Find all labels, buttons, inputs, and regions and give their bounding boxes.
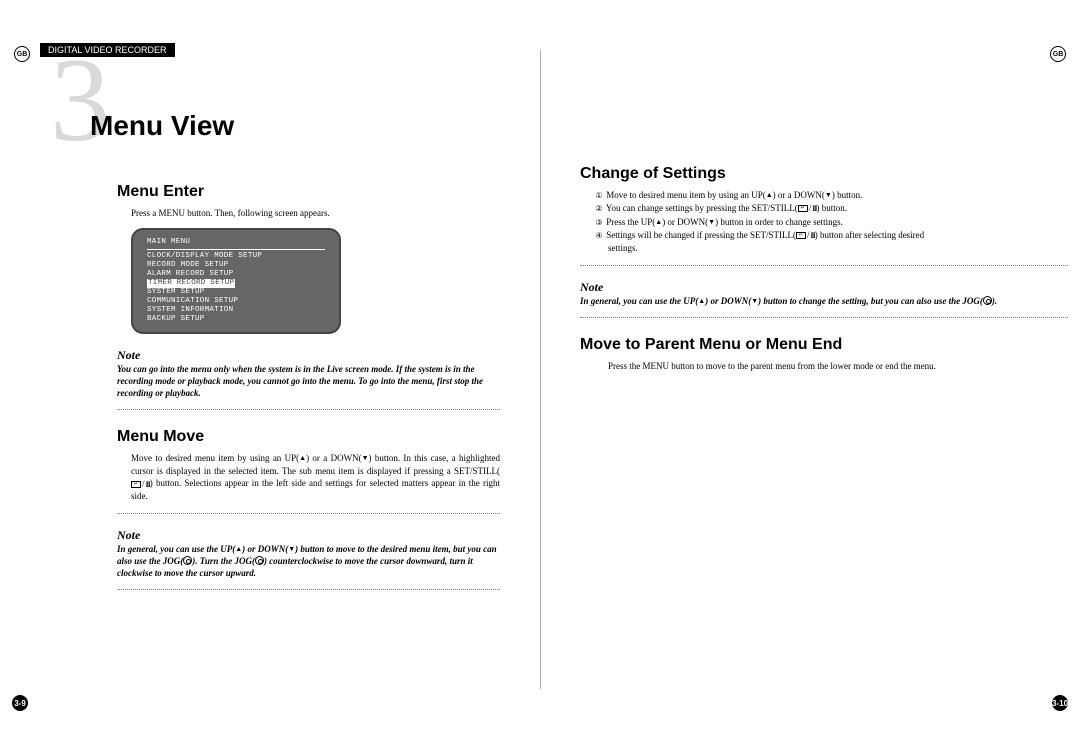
note-label: Note xyxy=(580,280,1068,295)
section-title: Menu Enter xyxy=(117,183,500,201)
text-fragment: Move to desired menu item by using an UP… xyxy=(606,190,765,200)
text-fragment: ). xyxy=(992,296,997,306)
enter-icon: ↵ xyxy=(796,232,806,239)
text-fragment: ) or DOWN( xyxy=(242,544,288,554)
text-fragment: In general, you can use the UP( xyxy=(117,544,235,554)
text-fragment: ) button to change the setting, but you … xyxy=(758,296,983,306)
note-text: You can go into the menu only when the s… xyxy=(117,363,500,399)
section-body: Press a MENU button. Then, following scr… xyxy=(131,207,500,220)
section-title: Move to Parent Menu or Menu End xyxy=(580,336,1068,354)
monitor-line: RECORD MODE SETUP xyxy=(147,261,325,270)
manual-spread: GB DIGITAL VIDEO RECORDER 3 Menu View Me… xyxy=(0,0,1080,739)
circled-number-icon: ② xyxy=(594,203,604,213)
text-fragment: You can change settings by pressing the … xyxy=(606,203,798,213)
list-item: ④ Settings will be changed if pressing t… xyxy=(594,229,1068,242)
chapter-title: Menu View xyxy=(90,110,234,142)
note-label: Note xyxy=(117,348,500,363)
monitor-line-highlighted: TIMER RECORD SETUP xyxy=(147,279,235,288)
left-content: Menu Enter Press a MENU button. Then, fo… xyxy=(117,183,500,590)
text-fragment: ) button. Selections appear in the left … xyxy=(131,478,500,501)
section-body: ① Move to desired menu item by using an … xyxy=(594,189,1068,255)
circled-number-icon: ④ xyxy=(594,230,604,240)
section-title: Menu Move xyxy=(117,428,500,446)
list-item: ③ Press the UP(▲) or DOWN(▼) button in o… xyxy=(594,216,1068,229)
text-fragment: ) button in order to change settings. xyxy=(715,217,843,227)
section-menu-enter: Menu Enter Press a MENU button. Then, fo… xyxy=(117,183,500,410)
dotted-separator xyxy=(117,513,500,514)
dotted-separator xyxy=(117,589,500,590)
list-item: ① Move to desired menu item by using an … xyxy=(594,189,1068,202)
monitor-line: SYSTEM SETUP xyxy=(147,288,325,297)
set-still-icon: ↵/II xyxy=(131,478,150,491)
monitor-line: ALARM RECORD SETUP xyxy=(147,270,325,279)
dotted-separator xyxy=(117,409,500,410)
note-label: Note xyxy=(117,528,500,543)
text-fragment: ) or a DOWN( xyxy=(306,453,361,463)
text-fragment: Move to desired menu item by using an UP… xyxy=(131,453,299,463)
jog-icon xyxy=(983,296,992,305)
list-item-tail: settings. xyxy=(608,242,1068,255)
list-item: ② You can change settings by pressing th… xyxy=(594,202,1068,215)
dotted-separator xyxy=(580,317,1068,318)
text-fragment: ) or DOWN( xyxy=(662,217,708,227)
text-fragment: ) or DOWN( xyxy=(705,296,751,306)
text-fragment: Settings will be changed if pressing the… xyxy=(606,230,796,240)
right-page: GB Change of Settings ① Move to desired … xyxy=(540,0,1080,739)
text-fragment: ) or a DOWN( xyxy=(773,190,825,200)
note-text: In general, you can use the UP(▲) or DOW… xyxy=(580,295,1068,307)
text-fragment: In general, you can use the UP( xyxy=(580,296,698,306)
section-move-parent: Move to Parent Menu or Menu End Press th… xyxy=(580,336,1068,373)
monitor-illustration: MAIN MENU CLOCK/DISPLAY MODE SETUP RECOR… xyxy=(131,228,341,334)
monitor-screen: MAIN MENU CLOCK/DISPLAY MODE SETUP RECOR… xyxy=(147,238,325,324)
down-arrow-icon: ▼ xyxy=(825,190,832,200)
set-still-icon: ↵/II xyxy=(796,229,815,242)
section-change-settings: Change of Settings ① Move to desired men… xyxy=(580,165,1068,318)
monitor-title: MAIN MENU xyxy=(147,238,325,250)
left-page: GB DIGITAL VIDEO RECORDER 3 Menu View Me… xyxy=(0,0,540,739)
set-still-icon: ↵/II xyxy=(798,202,817,215)
enter-icon: ↵ xyxy=(131,481,141,488)
chapter-number: 3 xyxy=(50,40,110,160)
text-fragment: ). Turn the JOG( xyxy=(192,556,255,566)
enter-icon: ↵ xyxy=(798,205,808,212)
lang-badge-right: GB xyxy=(1050,46,1066,62)
monitor-line: SYSTEM INFORMATION xyxy=(147,306,325,315)
text-fragment: Press the UP( xyxy=(606,217,655,227)
jog-icon xyxy=(255,556,264,565)
monitor-line: BACKUP SETUP xyxy=(147,315,325,324)
monitor-line: COMMUNICATION SETUP xyxy=(147,297,325,306)
monitor-line: CLOCK/DISPLAY MODE SETUP xyxy=(147,252,325,261)
section-body: Press the MENU button to move to the par… xyxy=(608,360,1068,373)
page-number-left: 3-9 xyxy=(12,695,28,711)
up-arrow-icon: ▲ xyxy=(766,190,773,200)
text-fragment: ) button after selecting desired xyxy=(815,230,924,240)
section-body: Move to desired menu item by using an UP… xyxy=(131,452,500,503)
text-fragment: ) button. xyxy=(832,190,863,200)
note-text: In general, you can use the UP(▲) or DOW… xyxy=(117,543,500,579)
jog-icon xyxy=(183,556,192,565)
right-content: Change of Settings ① Move to desired men… xyxy=(580,165,1068,373)
text-fragment: ) button. xyxy=(816,203,847,213)
circled-number-icon: ③ xyxy=(594,217,604,227)
circled-number-icon: ① xyxy=(594,190,604,200)
page-number-right: 3-10 xyxy=(1052,695,1068,711)
section-title: Change of Settings xyxy=(580,165,1068,183)
lang-badge-left: GB xyxy=(14,46,30,62)
down-arrow-icon: ▼ xyxy=(362,454,369,464)
section-menu-move: Menu Move Move to desired menu item by u… xyxy=(117,428,500,590)
dotted-separator xyxy=(580,265,1068,266)
